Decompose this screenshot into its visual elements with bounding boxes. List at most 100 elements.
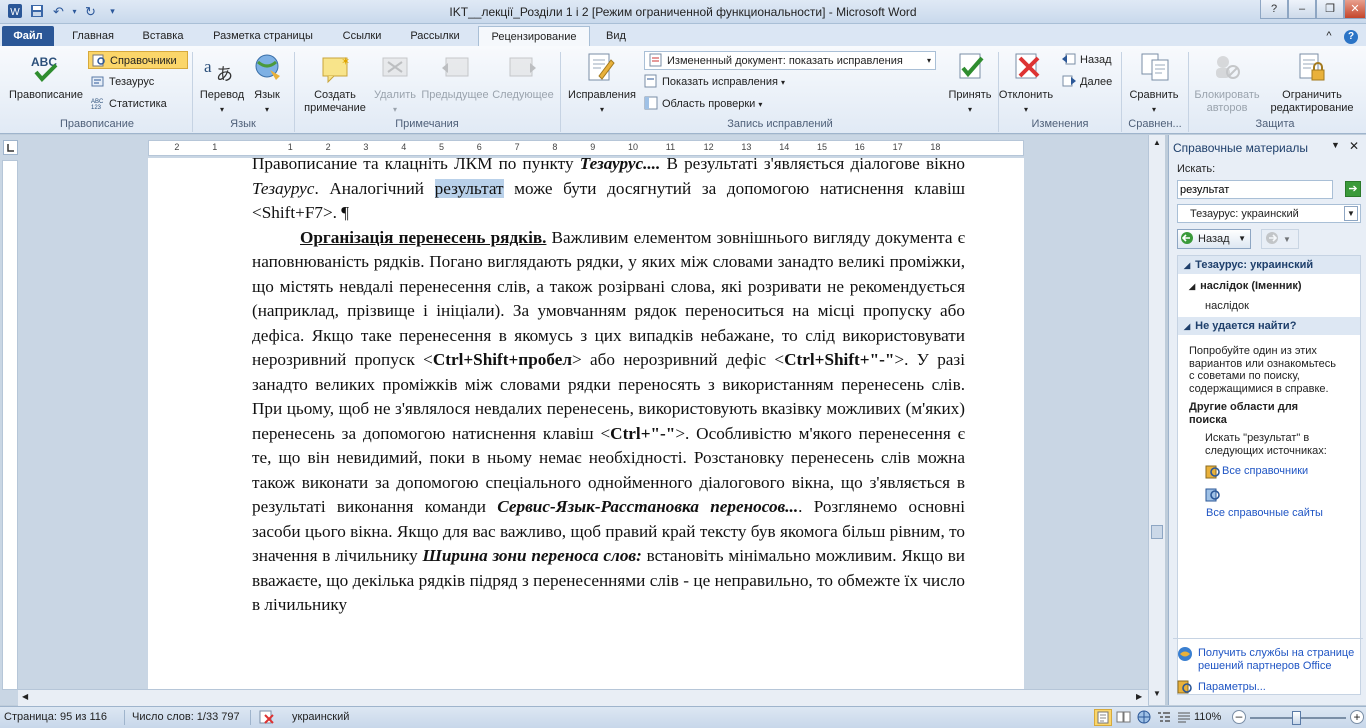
next-comment-button[interactable]: Следующее: [490, 89, 556, 102]
track-changes-button[interactable]: Исправления: [564, 89, 640, 102]
tab-selector[interactable]: [3, 140, 18, 155]
word-count-status[interactable]: Число слов: 1/33 797: [132, 711, 240, 723]
restrict-editing-button[interactable]: Ограничить: [1264, 89, 1360, 102]
help-icon[interactable]: ?: [1260, 0, 1288, 19]
draft-view-icon[interactable]: [1176, 709, 1192, 728]
pane-close-icon[interactable]: ✕: [1349, 139, 1359, 153]
entry-header[interactable]: ◢ наслідок (Іменник): [1189, 277, 1302, 295]
pane-menu-icon[interactable]: ▼: [1331, 140, 1340, 150]
delete-dropdown-icon[interactable]: ▾: [370, 103, 420, 116]
horizontal-ruler[interactable]: 2 1 1 2 3 4 5 6 7 8 9 10 11 12 13 14 15 16 17 18: [148, 140, 1024, 156]
synonym-item[interactable]: наслідок: [1205, 297, 1249, 315]
compare-button[interactable]: Сравнить: [1122, 89, 1186, 102]
tab-file[interactable]: Файл: [2, 26, 54, 46]
all-research-sites-link[interactable]: Все справочные сайты: [1206, 507, 1323, 519]
get-services-link[interactable]: Получить службы на странице решений партн…: [1198, 647, 1354, 672]
back-button[interactable]: Назад ▼: [1177, 229, 1251, 249]
block-authors-button[interactable]: Блокировать: [1188, 89, 1266, 102]
scroll-down-icon[interactable]: ▼: [1151, 689, 1163, 701]
delete-comment-button[interactable]: Удалить: [370, 89, 420, 102]
language-status[interactable]: украинский: [292, 711, 349, 723]
not-found-section-header[interactable]: ◢ Не удается найти?: [1178, 317, 1360, 335]
scroll-thumb[interactable]: [1151, 525, 1163, 539]
previous-change-button[interactable]: Назад: [1062, 51, 1112, 69]
source-select[interactable]: Тезаурус: украинский ▼: [1177, 204, 1361, 223]
document-page[interactable]: Правописание та клацніть ЛКМ по пункту Т…: [148, 158, 1024, 689]
ruler-number: 8: [552, 142, 558, 152]
translate-dropdown-icon[interactable]: ▾: [196, 103, 248, 116]
scroll-left-icon[interactable]: ◀: [22, 692, 28, 701]
next-change-button[interactable]: Далее: [1062, 73, 1112, 91]
tab-review[interactable]: Рецензирование: [478, 26, 590, 46]
collapse-ribbon-icon[interactable]: ^: [1322, 26, 1336, 46]
ruler-number: 15: [817, 142, 828, 152]
zoom-level[interactable]: 110%: [1194, 711, 1221, 723]
pane-title: Справочные материалы: [1173, 141, 1309, 155]
spelling-button[interactable]: Правописание: [4, 89, 88, 102]
back-arrow-icon: [1180, 231, 1194, 245]
compare-dropdown-icon[interactable]: ▾: [1122, 103, 1186, 116]
zoom-out-icon[interactable]: –: [1232, 710, 1246, 724]
tab-home[interactable]: Главная: [62, 26, 124, 46]
show-markup-button[interactable]: Показать исправления ▾: [644, 73, 785, 91]
paragraph: Правописание та клацніть ЛКМ по пункту Т…: [252, 158, 966, 222]
research-options-link[interactable]: Параметры...: [1198, 681, 1266, 693]
ruler-number: 1: [287, 142, 293, 152]
changes-group-label: Изменения: [1031, 118, 1089, 130]
track-changes-dropdown-icon[interactable]: ▾: [564, 103, 640, 116]
scroll-up-icon[interactable]: ▲: [1151, 138, 1163, 150]
delete-comment-icon: [380, 54, 410, 84]
print-layout-view-icon[interactable]: [1094, 709, 1112, 726]
search-input[interactable]: [1177, 180, 1333, 199]
language-dropdown-icon[interactable]: ▾: [246, 103, 288, 116]
close-button[interactable]: ✕: [1344, 0, 1366, 19]
thesaurus-section-header[interactable]: ◢ Тезаурус: украинский: [1178, 256, 1360, 274]
tab-view[interactable]: Вид: [598, 26, 634, 46]
research-sites-icon: [1205, 487, 1221, 506]
zoom-slider-thumb[interactable]: [1292, 711, 1301, 725]
research-button[interactable]: Справочники: [88, 51, 188, 69]
word-count-icon: ABC 123: [91, 96, 105, 111]
tab-mailings[interactable]: Рассылки: [400, 26, 470, 46]
accept-icon: [956, 52, 986, 82]
tab-references[interactable]: Ссылки: [332, 26, 392, 46]
restore-button[interactable]: ❐: [1316, 0, 1344, 19]
compare-icon: [1140, 52, 1170, 82]
language-button[interactable]: Язык: [246, 89, 288, 102]
outline-view-icon[interactable]: [1156, 709, 1172, 728]
start-search-icon[interactable]: ➔: [1345, 181, 1361, 197]
tab-insert[interactable]: Вставка: [132, 26, 194, 46]
zoom-in-icon[interactable]: +: [1350, 710, 1364, 724]
proofing-errors-icon[interactable]: [259, 710, 277, 728]
protect-group-label: Защита: [1255, 118, 1295, 130]
reject-dropdown-icon[interactable]: ▾: [996, 103, 1056, 116]
word-count-button[interactable]: ABC 123 Статистика: [91, 95, 167, 113]
document-text[interactable]: Правописание та клацніть ЛКМ по пункту Т…: [252, 158, 965, 618]
thesaurus-button[interactable]: Тезаурус: [91, 73, 154, 91]
vertical-scrollbar[interactable]: ▲ ▼: [1148, 135, 1165, 705]
vertical-ruler[interactable]: [2, 160, 18, 690]
svg-text:a: a: [204, 57, 212, 76]
web-layout-view-icon[interactable]: [1136, 709, 1152, 728]
ruler-number: 2: [325, 142, 331, 152]
previous-comment-button[interactable]: Предыдущее: [420, 89, 490, 102]
chevron-down-icon: ▾: [926, 56, 931, 65]
forward-button[interactable]: ▼: [1261, 229, 1299, 249]
translate-button[interactable]: Перевод: [196, 89, 248, 102]
help-tab-icon[interactable]: ?: [1342, 26, 1360, 46]
reviewing-pane-button[interactable]: Область проверки ▾: [644, 95, 762, 113]
display-for-review-select[interactable]: Измененный документ: показать исправлени…: [644, 51, 936, 70]
reject-button[interactable]: Отклонить: [996, 89, 1056, 102]
minimize-button[interactable]: –: [1288, 0, 1316, 19]
ruler-number: 10: [628, 142, 639, 152]
scroll-right-icon[interactable]: ▶: [1136, 692, 1142, 701]
full-screen-reading-view-icon[interactable]: [1116, 709, 1132, 728]
accept-button[interactable]: Принять: [944, 89, 996, 102]
horizontal-scrollbar[interactable]: ◀ ▶: [18, 689, 1148, 706]
accept-dropdown-icon[interactable]: ▾: [944, 103, 996, 116]
new-comment-button[interactable]: Создать: [298, 89, 372, 102]
all-reference-books-link[interactable]: Все справочники: [1222, 465, 1308, 477]
tab-page-layout[interactable]: Разметка страницы: [202, 26, 324, 46]
page-number-status[interactable]: Страница: 95 из 116: [4, 711, 107, 723]
show-markup-icon: [644, 74, 658, 88]
